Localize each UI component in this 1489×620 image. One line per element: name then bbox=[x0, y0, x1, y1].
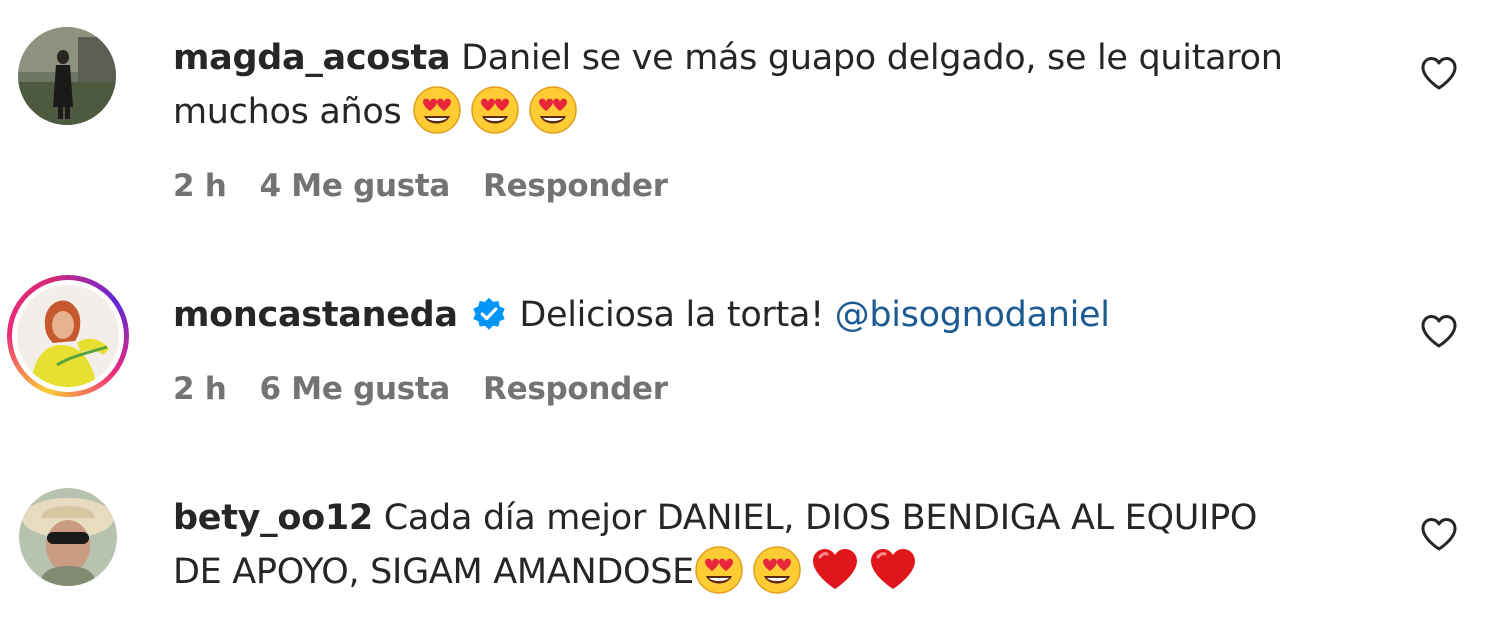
red-heart-emoji bbox=[812, 549, 857, 589]
comment-meta: 2 h 6 Me gusta Responder bbox=[173, 371, 701, 407]
story-ring[interactable] bbox=[7, 275, 129, 397]
comment-meta: 2 h 4 Me gusta Responder bbox=[173, 168, 701, 204]
heart-icon[interactable] bbox=[1419, 515, 1459, 555]
comment-text: bety_oo12 Cada día mejor DANIEL, DIOS BE… bbox=[173, 491, 1383, 599]
heart-icon[interactable] bbox=[1419, 54, 1459, 94]
comment-text: magda_acosta Daniel se ve más guapo delg… bbox=[173, 31, 1383, 139]
red-heart-emoji bbox=[870, 549, 915, 589]
heart-eyes-emoji bbox=[413, 86, 462, 134]
heart-icon[interactable] bbox=[1419, 312, 1459, 352]
comment-text-line1: Cada día mejor DANIEL, DIOS BENDIGA AL E… bbox=[383, 498, 1258, 538]
heart-eyes-emoji bbox=[695, 546, 743, 594]
comment-text: moncastaneda Deliciosa la torta! @bisogn… bbox=[173, 288, 1383, 342]
avatar[interactable] bbox=[17, 285, 119, 387]
comment-text-line1: Deliciosa la torta! bbox=[519, 295, 824, 335]
heart-eyes-emoji bbox=[529, 86, 578, 134]
comment-text-line1: Daniel se ve más guapo delgado, se le qu… bbox=[461, 38, 1283, 78]
verified-badge-icon bbox=[472, 297, 505, 330]
comment-timestamp[interactable]: 2 h bbox=[173, 371, 227, 407]
heart-eyes-emoji bbox=[471, 86, 520, 134]
comment-item: moncastaneda Deliciosa la torta! @bisogn… bbox=[0, 240, 1489, 470]
reply-button[interactable]: Responder bbox=[483, 168, 668, 204]
avatar[interactable] bbox=[19, 488, 117, 586]
comment-text-line2: muchos años bbox=[173, 92, 402, 132]
comment-item: magda_acosta Daniel se ve más guapo delg… bbox=[0, 0, 1489, 240]
comments-list: magda_acosta Daniel se ve más guapo delg… bbox=[0, 0, 1489, 620]
comment-item: bety_oo12 Cada día mejor DANIEL, DIOS BE… bbox=[0, 470, 1489, 620]
comment-timestamp[interactable]: 2 h bbox=[173, 168, 227, 204]
comment-like-count[interactable]: 6 Me gusta bbox=[260, 371, 451, 407]
heart-eyes-emoji bbox=[753, 546, 801, 594]
reply-button[interactable]: Responder bbox=[483, 371, 668, 407]
avatar[interactable] bbox=[18, 27, 116, 125]
comment-username[interactable]: moncastaneda bbox=[173, 295, 458, 335]
comment-text-line2: DE APOYO, SIGAM AMANDOSE bbox=[173, 552, 694, 592]
comment-like-count[interactable]: 4 Me gusta bbox=[260, 168, 451, 204]
comment-username[interactable]: magda_acosta bbox=[173, 38, 451, 78]
comment-username[interactable]: bety_oo12 bbox=[173, 498, 373, 538]
mention-link[interactable]: @bisognodaniel bbox=[835, 295, 1110, 335]
